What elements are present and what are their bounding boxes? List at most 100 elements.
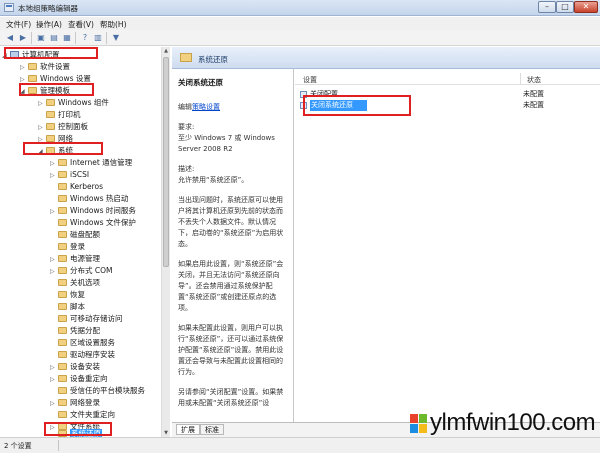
highlight-computer-config bbox=[4, 47, 98, 59]
folder-icon bbox=[58, 267, 67, 274]
policy-tree: ◢ 计算机配置 ▷ 软件设置 ▷ Windows 设置 ◢ 管理模板 ▷ Windows … bbox=[0, 47, 161, 437]
status-text: 2 个设置 bbox=[4, 442, 32, 450]
tree-item-printers[interactable]: 打印机 bbox=[38, 109, 81, 120]
minimize-button[interactable]: – bbox=[538, 1, 556, 13]
menu-help[interactable]: 帮助(H) bbox=[100, 19, 127, 30]
folder-icon bbox=[58, 171, 67, 178]
list-header: 设置 状态 bbox=[295, 73, 600, 85]
scroll-down-icon[interactable]: ▼ bbox=[162, 429, 170, 437]
expander-icon[interactable]: ▷ bbox=[50, 266, 57, 277]
expander-icon[interactable]: ▷ bbox=[50, 158, 57, 169]
show-hide-tree-icon[interactable]: ▤ bbox=[48, 32, 60, 44]
folder-icon bbox=[58, 411, 67, 418]
tree-item-device-installation[interactable]: ▷ 设备安装 bbox=[50, 361, 100, 372]
close-button[interactable]: ✕ bbox=[574, 1, 598, 13]
tree-item-windows-components[interactable]: ▷ Windows 组件 bbox=[38, 97, 109, 108]
maximize-button[interactable]: □ bbox=[556, 1, 574, 13]
expander-icon[interactable]: ▷ bbox=[50, 170, 57, 181]
description-text: 描述: 允许禁用“系统还原”。 bbox=[178, 165, 249, 184]
column-divider[interactable] bbox=[520, 73, 521, 85]
back-icon[interactable]: ◀ bbox=[4, 32, 16, 44]
scroll-up-icon[interactable]: ▲ bbox=[162, 47, 170, 55]
requirements-text: 要求: 至少 Windows 7 或 Windows Server 2008 R… bbox=[178, 123, 275, 153]
filter-icon[interactable]: ▼ bbox=[110, 32, 122, 44]
tree-item-net-logon[interactable]: ▷ 网络登录 bbox=[50, 397, 100, 408]
expander-icon[interactable]: ▷ bbox=[20, 62, 27, 73]
folder-icon bbox=[58, 291, 67, 298]
tree-item-driver-installation[interactable]: 驱动程序安装 bbox=[50, 349, 115, 360]
tree-item-control-panel[interactable]: ▷ 控制面板 bbox=[38, 121, 88, 132]
status-bar: 2 个设置 bbox=[0, 437, 600, 453]
tree-item-recovery[interactable]: 恢复 bbox=[50, 289, 85, 300]
details-header: 系统还原 bbox=[172, 47, 600, 69]
menu-file[interactable]: 文件(F) bbox=[6, 19, 31, 30]
folder-icon bbox=[28, 63, 37, 70]
description-paragraph: 如果未配置此设置，则用户可以执行“系统还原”，还可以通过系统保护配置“系统还原”… bbox=[178, 324, 284, 376]
forward-icon[interactable]: ▶ bbox=[17, 32, 29, 44]
folder-icon bbox=[58, 375, 67, 382]
tab-standard[interactable]: 标准 bbox=[200, 424, 224, 435]
edit-policy-link[interactable]: 策略设置 bbox=[192, 103, 220, 111]
tree-item-disk-quotas[interactable]: 磁盘配额 bbox=[50, 229, 100, 240]
tree-item-kerberos[interactable]: Kerberos bbox=[50, 181, 103, 192]
folder-icon bbox=[46, 123, 55, 130]
folder-icon bbox=[58, 315, 67, 322]
toolbar-separator bbox=[106, 32, 107, 44]
tree-item-tpm-services[interactable]: 受信任的平台模块服务 bbox=[50, 385, 145, 396]
tree-item-folder-redirection[interactable]: 文件夹重定向 bbox=[50, 409, 115, 420]
expander-icon[interactable]: ▷ bbox=[50, 206, 57, 217]
help-icon[interactable]: ? bbox=[79, 32, 91, 44]
status-separator bbox=[58, 440, 59, 451]
properties-icon[interactable]: ▥ bbox=[92, 32, 104, 44]
tree-item-credentials-delegation[interactable]: 凭据分配 bbox=[50, 325, 100, 336]
expander-icon[interactable]: ▷ bbox=[38, 122, 45, 133]
description-paragraph: 如果启用此设置，则“系统还原”会关闭，并且无法访问“系统还原向导”。还会禁用通过… bbox=[178, 260, 284, 312]
menu-view[interactable]: 查看(V) bbox=[68, 19, 94, 30]
tree-item-scripts[interactable]: 脚本 bbox=[50, 301, 85, 312]
description-paragraph: 另请参阅“关闭配置”设置。如果禁用或未配置“关闭系统还原”设 bbox=[178, 388, 284, 407]
folder-icon bbox=[180, 53, 192, 62]
tree-item-device-redirection[interactable]: ▷ 设备重定向 bbox=[50, 373, 108, 384]
edit-policy-line: 编辑策略设置 bbox=[178, 103, 220, 111]
expander-icon[interactable]: ▷ bbox=[50, 254, 57, 265]
folder-icon bbox=[58, 339, 67, 346]
window-title: 本地组策略编辑器 bbox=[18, 4, 78, 13]
folder-icon bbox=[58, 183, 67, 190]
tree-item-software-settings[interactable]: ▷ 软件设置 bbox=[20, 61, 70, 72]
tree-item-power-management[interactable]: ▷ 电源管理 bbox=[50, 253, 100, 264]
tree-item-windows-time[interactable]: ▷ Windows 时间服务 bbox=[50, 205, 136, 216]
column-header-state[interactable]: 状态 bbox=[527, 75, 541, 85]
highlight-system-restore bbox=[44, 422, 112, 436]
folder-icon bbox=[46, 135, 55, 142]
column-header-setting[interactable]: 设置 bbox=[303, 75, 317, 85]
tree-item-internet-comm[interactable]: ▷ Internet 通信管理 bbox=[50, 157, 132, 168]
tree-item-removable-storage[interactable]: 可移动存储访问 bbox=[50, 313, 123, 324]
folder-icon bbox=[46, 111, 55, 118]
scroll-thumb[interactable] bbox=[163, 57, 169, 267]
up-folder-icon[interactable]: ▣ bbox=[35, 32, 47, 44]
windows-logo-icon bbox=[410, 414, 428, 434]
expander-icon[interactable]: ▷ bbox=[50, 374, 57, 385]
menu-bar: 文件(F) 操作(A) 查看(V) 帮助(H) bbox=[0, 17, 600, 30]
folder-icon bbox=[58, 363, 67, 370]
tree-item-iscsi[interactable]: ▷ iSCSI bbox=[50, 169, 89, 180]
tree-item-logon[interactable]: 登录 bbox=[50, 241, 85, 252]
folder-icon bbox=[58, 399, 67, 406]
tree-scrollbar[interactable]: ▲ ▼ bbox=[161, 47, 170, 437]
tree-item-windows-hotstart[interactable]: Windows 热启动 bbox=[50, 193, 128, 204]
expander-icon[interactable]: ▷ bbox=[50, 398, 57, 409]
tree-item-locale-services[interactable]: 区域设置服务 bbox=[50, 337, 115, 348]
folder-icon bbox=[46, 99, 55, 106]
tab-extended[interactable]: 扩展 bbox=[176, 424, 200, 435]
folder-icon bbox=[58, 387, 67, 394]
highlight-system bbox=[23, 142, 103, 155]
expander-icon[interactable]: ▷ bbox=[50, 362, 57, 373]
export-list-icon[interactable]: ▦ bbox=[61, 32, 73, 44]
tree-item-windows-file-protection[interactable]: Windows 文件保护 bbox=[50, 217, 136, 228]
app-icon bbox=[4, 3, 14, 12]
tree-item-shutdown-options[interactable]: 关机选项 bbox=[50, 277, 100, 288]
menu-action[interactable]: 操作(A) bbox=[36, 19, 62, 30]
tree-item-distributed-com[interactable]: ▷ 分布式 COM bbox=[50, 265, 113, 276]
expander-icon[interactable]: ▷ bbox=[38, 98, 45, 109]
folder-icon bbox=[58, 303, 67, 310]
